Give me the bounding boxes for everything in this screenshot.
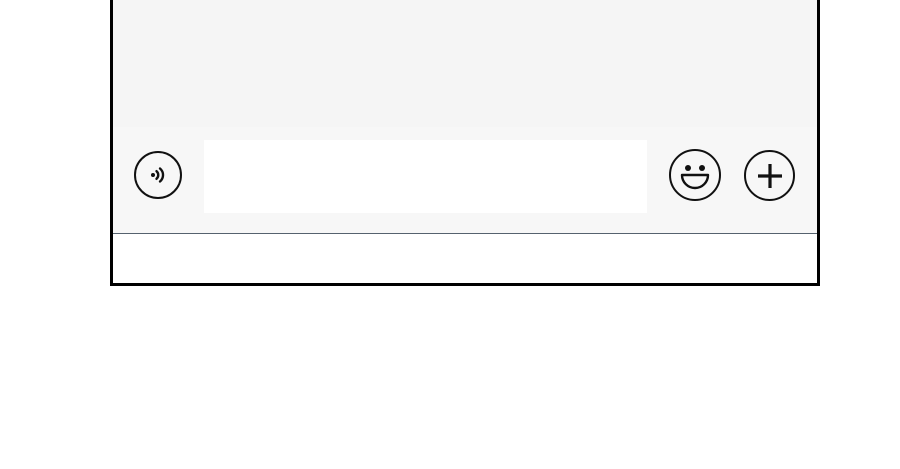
- plus-button[interactable]: [744, 150, 795, 201]
- voice-icon: [151, 167, 165, 183]
- plus-icon: [757, 163, 782, 188]
- emoji-button[interactable]: [669, 149, 721, 201]
- bottom-strip: [113, 234, 817, 283]
- phone-frame: [110, 0, 820, 286]
- voice-button[interactable]: [134, 151, 182, 199]
- chat-input-bar: [113, 127, 817, 233]
- smiley-icon: [680, 165, 710, 190]
- message-input[interactable]: [204, 140, 647, 213]
- chat-message-area: [113, 0, 817, 127]
